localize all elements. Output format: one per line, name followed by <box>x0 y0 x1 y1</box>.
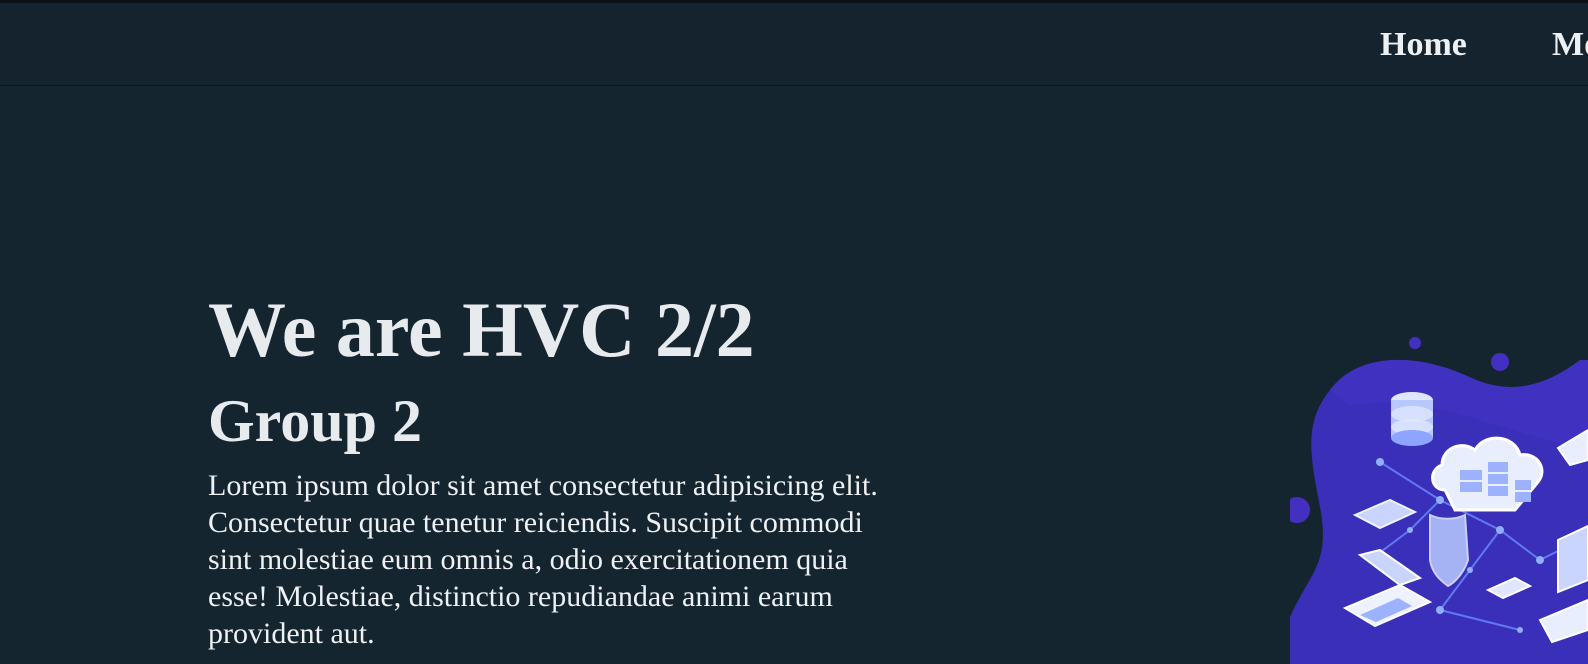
hero-description: Lorem ipsum dolor sit amet consectetur a… <box>208 469 878 650</box>
decor-dot <box>1409 337 1421 349</box>
cloud-network-icon <box>1290 337 1588 664</box>
database-icon <box>1391 392 1433 446</box>
decor-dot <box>1491 353 1509 371</box>
decor-dot <box>1290 497 1310 523</box>
navbar: Home Mo <box>0 3 1588 86</box>
nav-link-more[interactable]: Mo <box>1552 25 1588 65</box>
hero-subtitle: Group 2 <box>208 388 422 454</box>
cloud-network-illustration <box>1290 330 1588 664</box>
hero-title: We are HVC 2/2 <box>208 286 755 373</box>
nav-link-home[interactable]: Home <box>1380 25 1467 65</box>
